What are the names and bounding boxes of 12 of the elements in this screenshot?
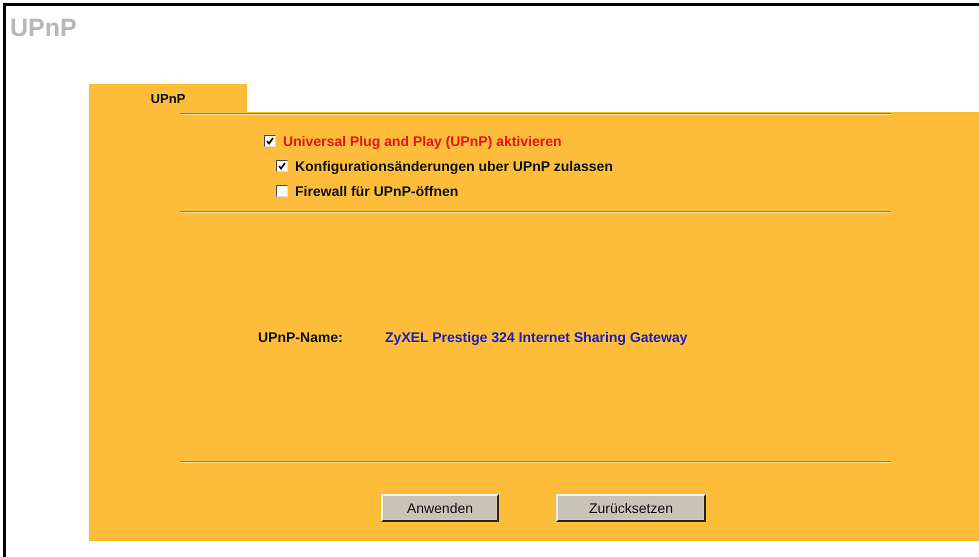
page-title: UPnP xyxy=(9,13,78,44)
checkbox[interactable] xyxy=(264,134,276,146)
option-label: Konfigurationsänderungen uber UPnP zulassen xyxy=(295,158,613,174)
checkbox[interactable] xyxy=(276,184,288,196)
option-label: Universal Plug and Play (UPnP) aktivieren xyxy=(283,132,562,148)
option-label: Firewall für UPnP-öffnen xyxy=(295,182,458,198)
tab[interactable]: UPnP xyxy=(89,84,247,112)
device-name: ZyXEL Prestige 324 Internet Sharing Gateway xyxy=(385,329,688,345)
field-label: UPnP-Name: xyxy=(258,329,344,345)
apply-button[interactable]: Anwenden xyxy=(381,494,499,522)
checkbox[interactable] xyxy=(276,160,288,172)
reset-button[interactable]: Zurücksetzen xyxy=(556,494,706,522)
